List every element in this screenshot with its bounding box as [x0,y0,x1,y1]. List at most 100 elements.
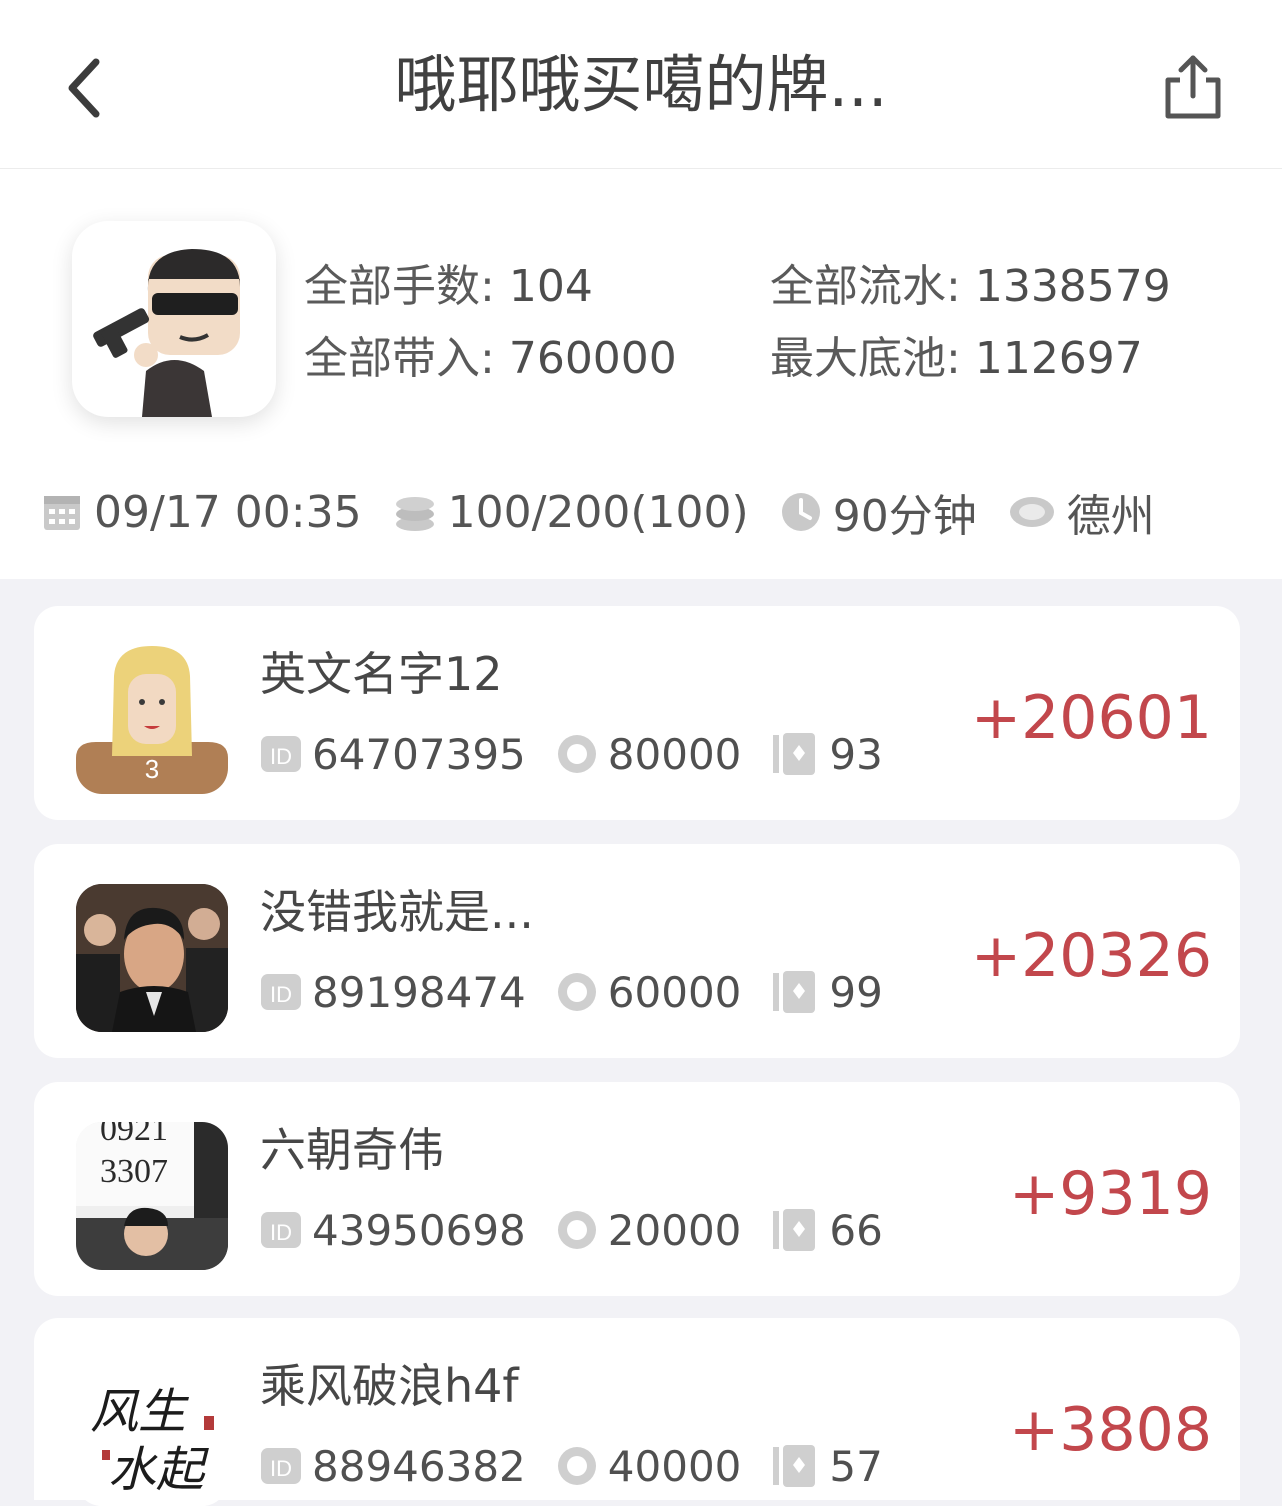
player-hands-group: 93 [771,729,883,779]
player-hands: 99 [829,967,883,1017]
player-id: 88946382 [312,1441,526,1491]
stat-label: 全部流水: [770,261,961,312]
chip-icon [557,973,596,1011]
id-icon: ID [261,974,301,1010]
player-hands: 93 [829,729,883,779]
stat-total-buyin: 全部带入: 760000 [304,329,677,389]
player-name: 乘风破浪h4f [260,1359,519,1413]
cards-icon [773,1445,816,1487]
blonde-avatar-image: 3 [76,646,228,794]
chip-icon [557,1211,596,1249]
chips-icon [395,497,434,531]
player-hands-group: 57 [771,1441,883,1491]
stat-label: 全部手数: [304,261,495,312]
chip-icon [557,1447,596,1485]
avatar-sign-line-2: 3307 [100,1153,168,1190]
player-score: +9319 [1009,1159,1212,1229]
meta-game-type-text: 德州 [1066,491,1155,542]
player-card[interactable]: 没错我就是... ID 89198474 60000 99 +20326 [34,844,1240,1058]
meta-datetime-text: 09/17 00:35 [94,486,362,538]
player-name: 英文名字12 [260,647,503,701]
player-buyin: 20000 [607,1205,742,1255]
avatar-calligraphy-line-1: 风生 [90,1386,190,1439]
avatar-sign-line-1: 0921 [100,1122,168,1148]
player-card[interactable]: 0921 3307 六朝奇伟 ID 43950698 20000 66 +931… [34,1082,1240,1296]
stat-max-pot: 最大底池: 112697 [770,329,1143,389]
player-info: ID 64707395 80000 93 [260,724,913,784]
meta-datetime: 09/17 00:35 [40,487,362,538]
meta-blinds-text: 100/200(100) [447,486,749,538]
player-id-group: ID 43950698 [260,1206,526,1255]
player-avatar [76,884,228,1032]
player-hands-group: 99 [771,967,883,1017]
agent-avatar-image [93,249,240,417]
player-buyin: 80000 [607,729,742,779]
id-icon: ID [261,1448,301,1484]
player-info: ID 88946382 40000 57 [260,1436,913,1496]
svg-text:ID: ID [270,1220,292,1245]
svg-text:ID: ID [270,744,292,769]
player-hands: 57 [829,1441,883,1491]
svg-text:ID: ID [270,1456,292,1481]
meta-game-type: 德州 [1007,480,1155,544]
id-icon: ID [261,1212,301,1248]
id-icon: ID [261,736,301,772]
stat-value: 112697 [974,333,1143,384]
calendar-icon [44,496,80,530]
cards-icon [773,1209,816,1251]
top-bar: 哦耶哦买噶的牌... [0,0,1282,169]
meta-duration-text: 90分钟 [832,491,977,542]
player-buyin-group: 40000 [556,1441,742,1491]
rank-badge: 3 [145,754,159,784]
cards-icon [773,733,816,775]
avatar-calligraphy-line-2: 水起 [108,1444,209,1497]
stat-label: 最大底池: [770,333,961,384]
player-avatar: 3 [76,646,228,794]
share-button[interactable] [1160,52,1226,122]
player-info: ID 43950698 20000 66 [260,1200,913,1260]
player-name: 六朝奇伟 [260,1123,444,1177]
player-hands: 66 [829,1205,883,1255]
clock-icon [781,493,820,531]
back-button[interactable] [58,52,114,124]
player-card[interactable]: 3 英文名字12 ID 64707395 80000 93 +20601 [34,606,1240,820]
player-id-group: ID 64707395 [260,730,526,779]
player-score: +3808 [1009,1395,1212,1465]
player-avatar: 0921 3307 [76,1122,228,1270]
player-id: 89198474 [312,967,526,1017]
stat-label: 全部带入: [304,333,495,384]
cards-icon [773,971,816,1013]
player-id-group: ID 88946382 [260,1442,526,1491]
host-avatar[interactable] [72,221,276,417]
stat-total-flow: 全部流水: 1338579 [770,257,1171,317]
player-name: 没错我就是... [260,885,534,939]
player-info: ID 89198474 60000 99 [260,962,913,1022]
calligraphy-avatar-image: 风生 水起 [76,1358,228,1506]
player-card[interactable]: 风生 水起 乘风破浪h4f ID 88946382 40000 57 +3808 [34,1318,1240,1506]
player-id: 43950698 [312,1205,526,1255]
player-buyin-group: 80000 [556,729,742,779]
player-score: +20326 [970,921,1212,991]
game-summary: 全部手数: 104 全部流水: 1338579 全部带入: 760000 最大底… [0,169,1282,579]
player-buyin-group: 60000 [556,967,742,1017]
player-hands-group: 66 [771,1205,883,1255]
player-id-group: ID 89198474 [260,968,526,1017]
player-buyin-group: 20000 [556,1205,742,1255]
photo-avatar-image [76,884,228,1032]
player-id: 64707395 [312,729,526,779]
chevron-left-icon [68,58,100,118]
player-buyin: 60000 [607,967,742,1017]
stat-value: 760000 [508,333,677,384]
svg-text:ID: ID [270,982,292,1007]
meta-duration: 90分钟 [779,480,977,544]
share-icon [1165,55,1221,119]
page-title: 哦耶哦买噶的牌... [394,48,888,121]
stat-value: 104 [508,261,593,312]
stat-value: 1338579 [974,261,1171,312]
poker-table-icon [1009,497,1054,527]
stat-total-hands: 全部手数: 104 [304,257,593,317]
player-buyin: 40000 [607,1441,742,1491]
game-meta-row: 09/17 00:35 100/200(100) 90分钟 德州 [40,477,1262,547]
meta-blinds: 100/200(100) [392,487,749,538]
sign-photo-avatar-image: 0921 3307 [76,1122,228,1270]
